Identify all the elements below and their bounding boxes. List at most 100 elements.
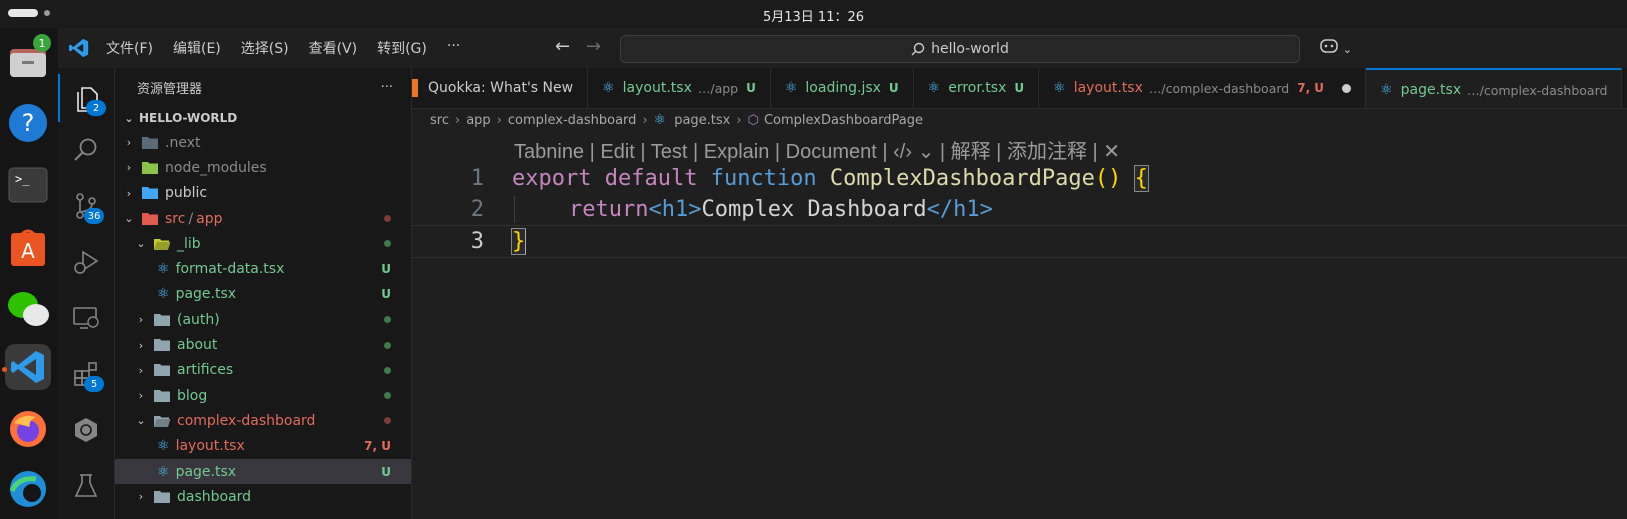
react-icon: ⚛ (784, 80, 798, 96)
breadcrumb-app[interactable]: app (466, 113, 490, 128)
tree-item-label: (auth) (177, 311, 220, 328)
forward-arrow-icon[interactable]: → (586, 36, 601, 57)
activity-explorer[interactable]: 2 (58, 74, 116, 122)
breadcrumb-complex-dashboard[interactable]: complex-dashboard (508, 113, 637, 128)
activity-kubernetes[interactable] (58, 406, 114, 454)
code-editor[interactable]: 1 export default function ComplexDashboa… (412, 163, 1627, 258)
activity-run-debug[interactable] (58, 238, 114, 286)
folder-item[interactable]: › blog (115, 383, 411, 408)
menu-go[interactable]: 转到(G) (377, 38, 427, 58)
git-status-dot (384, 392, 391, 400)
tree-item-label: about (177, 337, 218, 354)
editor-tab[interactable]: ⚛ error.tsx U (914, 68, 1040, 108)
folder-icon (154, 364, 170, 377)
firefox-icon (10, 411, 46, 447)
file-item[interactable]: ⚛ layout.tsx 7, U (115, 434, 411, 459)
code-line[interactable]: 1 export default function ComplexDashboa… (412, 163, 1627, 194)
folder-item[interactable]: ⌄ src / app (115, 206, 411, 231)
unsaved-dot-icon[interactable] (1342, 83, 1352, 93)
menu-file[interactable]: 文件(F) (106, 38, 153, 58)
editor-tab[interactable]: ⚛ page.tsx …/complex-dashboard (1366, 68, 1623, 108)
dock-app-center[interactable]: A (5, 224, 51, 270)
folder-item[interactable]: › about (115, 332, 411, 357)
dock-files[interactable]: 1 (5, 34, 51, 84)
copilot-chevron-icon: ⌄ (1342, 43, 1352, 56)
react-file-icon: ⚛ (157, 286, 170, 303)
kubernetes-icon (75, 418, 97, 442)
folder-icon (154, 339, 170, 352)
tab-label: loading.jsx (805, 80, 881, 96)
menu-view[interactable]: 查看(V) (309, 38, 358, 58)
editor-tab[interactable]: ⚛ layout.tsx …/app U (588, 68, 771, 108)
file-tree: › .next › node_modules › public ⌄ src / app ⌄ _lib ⚛… (115, 130, 411, 509)
system-clock[interactable]: 5月13日 11：26 (0, 6, 1627, 25)
folder-public-icon (142, 187, 158, 200)
chevron-right-icon: › (126, 186, 132, 200)
quokka-icon (412, 79, 418, 97)
git-status-badge: U (381, 464, 391, 479)
dock-terminal[interactable]: >_ (5, 162, 51, 208)
folder-item[interactable]: › .next (115, 130, 411, 155)
file-item[interactable]: ⚛ page.tsx U (115, 458, 411, 485)
tree-item-label: complex-dashboard (177, 412, 316, 429)
breadcrumb-src[interactable]: src (430, 113, 449, 128)
react-icon: ⚛ (927, 80, 941, 96)
folder-item[interactable]: › artifices (115, 358, 411, 383)
dock-vscode[interactable] (5, 344, 51, 390)
menu-selection[interactable]: 选择(S) (241, 38, 289, 58)
back-arrow-icon[interactable]: ← (555, 36, 570, 57)
dock-wechat[interactable] (5, 286, 51, 332)
command-center-search[interactable]: hello-world (620, 35, 1300, 63)
help-icon: ? (9, 104, 47, 142)
explorer-more-icon[interactable]: ··· (381, 80, 393, 95)
copilot-icon[interactable]: ⌄ (1320, 37, 1352, 57)
remote-explorer-icon (73, 307, 99, 329)
editor-tab[interactable]: ⚛ loading.jsx U (771, 68, 914, 108)
activity-extensions[interactable]: 5 (58, 350, 114, 398)
code-line[interactable]: 2 return <h1> Complex Dashboard </h1> (412, 194, 1627, 225)
tab-status: 7, U (1297, 81, 1325, 95)
folder-item[interactable]: ⌄ complex-dashboard (115, 408, 411, 433)
activity-testing[interactable] (58, 462, 114, 510)
folder-item[interactable]: › (auth) (115, 307, 411, 332)
tab-description: …/app (697, 80, 739, 96)
folder-open-icon (154, 415, 171, 427)
dock-edge[interactable] (5, 466, 51, 512)
dock-help[interactable]: ? (5, 100, 51, 146)
tree-item-label: _lib (177, 235, 201, 252)
folder-item[interactable]: › node_modules (115, 155, 411, 180)
code-line-current[interactable]: 3 } (412, 225, 1627, 258)
menu-edit[interactable]: 编辑(E) (173, 38, 221, 58)
workspace-root[interactable]: ⌄ HELLO-WORLD (115, 106, 411, 130)
activity-search[interactable] (58, 126, 114, 174)
vscode-running-indicator (2, 367, 7, 372)
tab-description: …/complex-dashboard (1467, 82, 1608, 98)
breadcrumb-symbol[interactable]: ComplexDashboardPage (764, 113, 923, 128)
editor-tab[interactable]: ⚛ layout.tsx …/complex-dashboard 7, U (1039, 68, 1367, 108)
folder-item[interactable]: › dashboard (115, 484, 411, 509)
dock-firefox[interactable] (5, 406, 51, 452)
folder-item[interactable]: › public (115, 181, 411, 206)
breadcrumb-file[interactable]: page.tsx (674, 113, 730, 128)
tree-item-label: blog (177, 387, 208, 404)
activity-remote-explorer[interactable] (58, 294, 114, 342)
tab-label: layout.tsx (1073, 80, 1143, 96)
tabnine-codelens[interactable]: Tabnine | Edit | Test | Explain | Docume… (514, 135, 1120, 164)
react-icon: ⚛ (1380, 82, 1393, 98)
tree-item-label: src (165, 210, 186, 227)
system-top-bar: 5月13日 11：26 (0, 0, 1627, 28)
tab-label: Quokka: What's New (428, 80, 574, 96)
editor-tab[interactable]: Quokka: What's New (412, 68, 589, 108)
token-paren: () (1094, 166, 1122, 191)
chevron-down-icon: ⌄ (136, 237, 146, 251)
token-brace-matched: } (510, 228, 527, 255)
activity-source-control[interactable]: 36 (58, 182, 114, 230)
folder-item[interactable]: ⌄ _lib (115, 231, 411, 256)
workspace-root-label: HELLO-WORLD (139, 111, 238, 125)
indent-guide (514, 196, 515, 223)
file-item[interactable]: ⚛ format-data.tsx U (115, 256, 411, 281)
git-status-dot (384, 366, 391, 374)
file-item[interactable]: ⚛ page.tsx U (115, 282, 411, 307)
menu-more[interactable]: ··· (447, 38, 460, 58)
path-separator: / (188, 210, 194, 227)
